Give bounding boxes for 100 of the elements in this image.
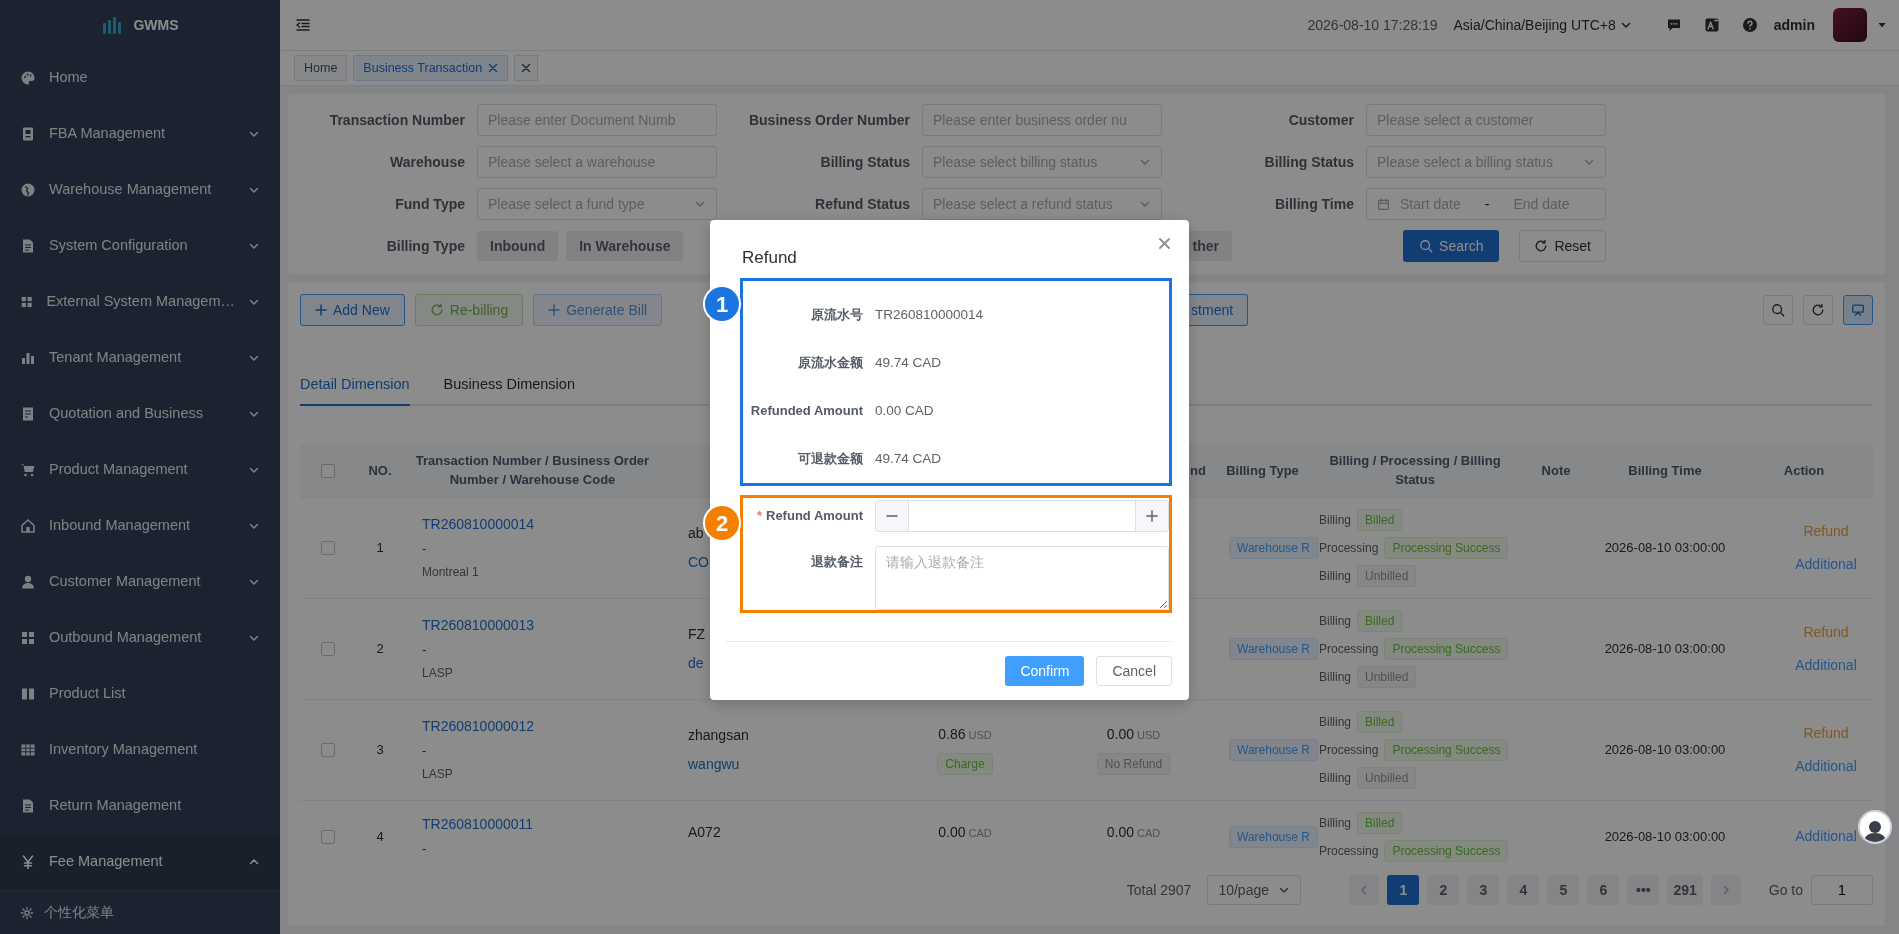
transaction-link[interactable]: TR260810000014 xyxy=(422,515,535,532)
sidebar-item[interactable]: Quotation and Business xyxy=(0,386,280,442)
sidebar-item[interactable]: Inventory Management xyxy=(0,722,280,778)
currency-text: USD xyxy=(1137,729,1161,741)
page-button[interactable]: ••• xyxy=(1627,875,1660,905)
document-icon xyxy=(20,798,36,814)
customer-link[interactable]: wangwu xyxy=(688,755,740,772)
field-label: Business Order Number xyxy=(747,110,910,130)
close-icon xyxy=(1157,236,1171,250)
customer-link[interactable]: de xyxy=(688,654,704,671)
document-icon xyxy=(20,238,36,254)
page-button[interactable]: 291 xyxy=(1667,875,1703,905)
transaction-link[interactable]: TR260810000013 xyxy=(422,616,535,633)
translate-icon[interactable] xyxy=(1703,17,1720,33)
action-link[interactable]: Refund xyxy=(1803,716,1849,750)
user-avatar[interactable] xyxy=(1833,8,1867,42)
sidebar-item[interactable]: Product Management xyxy=(0,442,280,498)
sidebar-item[interactable]: Outbound Management xyxy=(0,610,280,666)
row-number: 2 xyxy=(376,640,384,656)
sidebar-item[interactable]: Fee Management xyxy=(0,834,280,890)
display-button[interactable] xyxy=(1843,295,1873,325)
sidebar-item[interactable]: Customer Management xyxy=(0,554,280,610)
page-jump-field[interactable]: 1 xyxy=(1811,875,1873,905)
field-value: 49.74 CAD xyxy=(875,353,942,372)
reset-button[interactable]: Reset xyxy=(1519,230,1606,262)
action-link[interactable]: Refund xyxy=(1803,514,1849,548)
page-button[interactable]: 2 xyxy=(1427,875,1460,905)
status-tag: Charge xyxy=(937,753,993,775)
message-icon[interactable] xyxy=(1665,17,1682,33)
transaction-link[interactable]: TR260810000012 xyxy=(422,717,535,734)
help-icon[interactable] xyxy=(1741,17,1758,33)
page-button[interactable]: 5 xyxy=(1547,875,1580,905)
action-link[interactable]: Additional xyxy=(1795,749,1857,783)
transaction-link[interactable]: TR260810000011 xyxy=(422,816,534,833)
sidebar-item[interactable]: External System Managem… xyxy=(0,274,280,330)
plus-button[interactable] xyxy=(1136,501,1168,531)
checkbox[interactable] xyxy=(320,541,335,556)
page-size-select[interactable]: 10/page xyxy=(1207,875,1302,905)
cancel-button[interactable]: Cancel xyxy=(1096,656,1172,686)
page-button[interactable]: 6 xyxy=(1587,875,1620,905)
checkbox[interactable] xyxy=(320,464,335,479)
action-link[interactable]: Additional xyxy=(1795,820,1857,853)
action-link[interactable]: Additional xyxy=(1795,648,1857,682)
status-label: Billing xyxy=(1319,668,1351,686)
search-button[interactable]: Search xyxy=(1403,230,1500,262)
field-label: Billing Time xyxy=(1273,194,1354,214)
user-name[interactable]: admin xyxy=(1773,14,1815,36)
toolbar-button[interactable]: Add New xyxy=(300,294,405,326)
status-label: Billing xyxy=(1319,769,1351,787)
tab[interactable]: Detail Dimension xyxy=(300,366,410,406)
caret-icon[interactable] xyxy=(1877,20,1887,30)
filter-chip[interactable]: Inbound xyxy=(477,231,559,261)
page-button[interactable]: 3 xyxy=(1467,875,1500,905)
bar-chart-icon xyxy=(20,350,36,366)
page-button[interactable]: 4 xyxy=(1507,875,1540,905)
customer-link[interactable]: CO xyxy=(688,553,709,570)
confirm-button[interactable]: Confirm xyxy=(1005,656,1085,686)
sidebar-footer-item[interactable]: 个性化菜单 xyxy=(0,890,280,934)
tab[interactable]: Business Dimension xyxy=(443,366,575,406)
plus-icon xyxy=(315,304,327,316)
sidebar-item[interactable]: Inbound Management xyxy=(0,498,280,554)
sidebar-item[interactable]: Return Management xyxy=(0,778,280,834)
action-link[interactable]: Additional xyxy=(1795,547,1857,581)
field-label: Billing Status xyxy=(1263,152,1354,172)
checkbox[interactable] xyxy=(320,642,335,657)
page-tab[interactable]: Business Transaction xyxy=(353,55,509,81)
grid-icon xyxy=(20,294,34,310)
billing-time: 2026-08-10 03:00:00 xyxy=(1604,741,1726,757)
sidebar-item[interactable]: Home xyxy=(0,50,280,106)
remark-field[interactable]: 请输入退款备注 xyxy=(875,546,1169,610)
currency-text: CAD xyxy=(1137,827,1161,839)
field-label: Fund Type xyxy=(394,194,465,214)
sidebar-item[interactable]: Product List xyxy=(0,666,280,722)
filter-chip[interactable]: In Warehouse xyxy=(566,231,684,261)
page-tab[interactable]: Home xyxy=(294,55,348,81)
billing-type-tag: Warehouse R xyxy=(1229,637,1318,660)
sidebar-item[interactable]: Tenant Management xyxy=(0,330,280,386)
order-number: - xyxy=(422,540,427,556)
search-button[interactable] xyxy=(1763,295,1793,325)
close-icon[interactable] xyxy=(488,63,499,73)
status-label: Processing xyxy=(1319,640,1379,658)
refresh-button[interactable] xyxy=(1803,295,1833,325)
sidebar-item[interactable]: System Configuration xyxy=(0,218,280,274)
checkbox[interactable] xyxy=(320,743,335,758)
status-tag: Billed xyxy=(1357,609,1403,632)
timezone-dropdown[interactable]: Asia/China/Beijing UTC+8 xyxy=(1453,14,1632,36)
minus-button[interactable] xyxy=(876,501,908,531)
page-button[interactable]: 1 xyxy=(1387,875,1420,905)
action-link[interactable]: Refund xyxy=(1803,615,1849,649)
checkbox[interactable] xyxy=(320,830,335,845)
column-header: Billing Time xyxy=(1628,462,1702,478)
close-tabs-button[interactable] xyxy=(514,55,539,81)
column-header: Action xyxy=(1783,462,1825,478)
order-number: - xyxy=(422,742,427,758)
annotation-marker: 1 xyxy=(703,285,741,323)
refresh-icon xyxy=(1811,303,1825,317)
sidebar-item[interactable]: FBA Management xyxy=(0,106,280,162)
menu-icon[interactable] xyxy=(295,17,311,33)
sidebar-item[interactable]: Warehouse Management xyxy=(0,162,280,218)
billing-type-tag: Warehouse R xyxy=(1229,738,1318,761)
